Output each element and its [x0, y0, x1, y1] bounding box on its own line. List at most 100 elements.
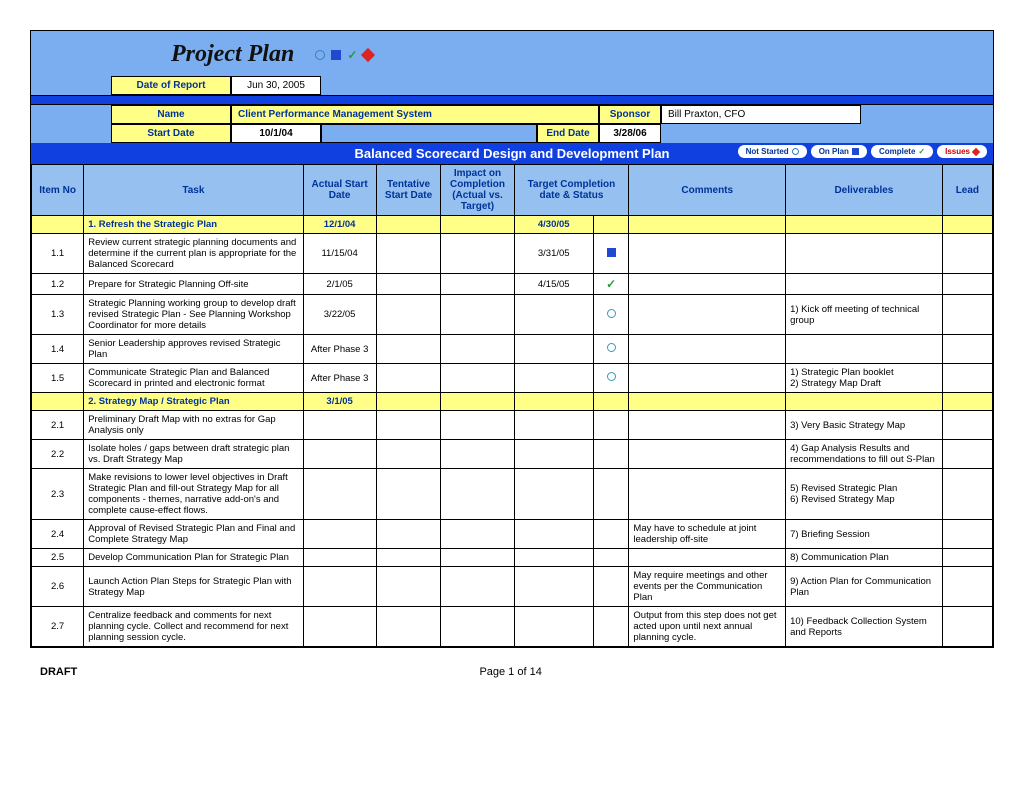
cell-comments[interactable]: May require meetings and other events pe…	[629, 567, 786, 607]
cell-comments[interactable]	[629, 469, 786, 520]
cell-item-no[interactable]: 2.6	[32, 567, 84, 607]
cell-status[interactable]	[593, 234, 629, 274]
cell-target-date[interactable]: 3/31/05	[514, 234, 593, 274]
cell-lead[interactable]	[942, 274, 992, 295]
cell-target-date[interactable]	[514, 411, 593, 440]
sponsor-value[interactable]: Bill Praxton, CFO	[661, 105, 861, 124]
cell-target-date[interactable]: 4/15/05	[514, 274, 593, 295]
cell-tentative-start[interactable]	[376, 607, 441, 647]
cell-impact[interactable]	[441, 411, 514, 440]
cell-item-no[interactable]: 2.5	[32, 549, 84, 567]
cell-status[interactable]	[593, 295, 629, 335]
cell-item-no[interactable]: 1.2	[32, 274, 84, 295]
cell-item-no[interactable]: 1.4	[32, 335, 84, 364]
date-of-report-value[interactable]: Jun 30, 2005	[231, 76, 321, 95]
cell-impact[interactable]	[441, 234, 514, 274]
cell-actual-start[interactable]	[303, 607, 376, 647]
cell-item-no[interactable]: 2.1	[32, 411, 84, 440]
cell-item-no[interactable]: 2.2	[32, 440, 84, 469]
cell-tentative-start[interactable]	[376, 234, 441, 274]
cell-status[interactable]: ✓	[593, 274, 629, 295]
cell-status[interactable]	[593, 549, 629, 567]
cell-lead[interactable]	[942, 364, 992, 393]
cell-comments[interactable]	[629, 440, 786, 469]
cell-deliverables[interactable]: 7) Briefing Session	[786, 520, 943, 549]
cell-deliverables[interactable]: 5) Revised Strategic Plan 6) Revised Str…	[786, 469, 943, 520]
col-lead[interactable]: Lead	[942, 165, 992, 216]
cell-tentative-start[interactable]	[376, 549, 441, 567]
cell-task[interactable]: Make revisions to lower level objectives…	[84, 469, 303, 520]
col-task[interactable]: Task	[84, 165, 303, 216]
col-deliverables[interactable]: Deliverables	[786, 165, 943, 216]
cell-task[interactable]: Develop Communication Plan for Strategic…	[84, 549, 303, 567]
cell-actual-start[interactable]	[303, 469, 376, 520]
cell-impact[interactable]	[441, 469, 514, 520]
project-name-value[interactable]: Client Performance Management System	[231, 105, 599, 124]
col-item-no[interactable]: Item No	[32, 165, 84, 216]
cell-task[interactable]: Review current strategic planning docume…	[84, 234, 303, 274]
cell-impact[interactable]	[441, 440, 514, 469]
cell-actual-start[interactable]	[303, 549, 376, 567]
cell-impact[interactable]	[441, 567, 514, 607]
cell-status[interactable]	[593, 335, 629, 364]
cell-actual-start[interactable]: 2/1/05	[303, 274, 376, 295]
cell-task[interactable]: Launch Action Plan Steps for Strategic P…	[84, 567, 303, 607]
cell-item-no[interactable]: 2.7	[32, 607, 84, 647]
cell-deliverables[interactable]: 8) Communication Plan	[786, 549, 943, 567]
cell-comments[interactable]	[629, 549, 786, 567]
col-tentative-start[interactable]: Tentative Start Date	[376, 165, 441, 216]
cell-status[interactable]	[593, 520, 629, 549]
cell-tentative-start[interactable]	[376, 567, 441, 607]
cell-deliverables[interactable]	[786, 274, 943, 295]
cell-impact[interactable]	[441, 274, 514, 295]
cell-task[interactable]: Centralize feedback and comments for nex…	[84, 607, 303, 647]
cell-comments[interactable]	[629, 274, 786, 295]
cell-lead[interactable]	[942, 469, 992, 520]
cell-impact[interactable]	[441, 520, 514, 549]
cell-lead[interactable]	[942, 234, 992, 274]
cell-item-no[interactable]: 1.1	[32, 234, 84, 274]
cell-item-no[interactable]: 1.5	[32, 364, 84, 393]
cell-comments[interactable]	[629, 411, 786, 440]
cell-impact[interactable]	[441, 549, 514, 567]
cell-tentative-start[interactable]	[376, 440, 441, 469]
cell-deliverables[interactable]	[786, 234, 943, 274]
cell-actual-start[interactable]: 3/22/05	[303, 295, 376, 335]
cell-tentative-start[interactable]	[376, 364, 441, 393]
cell-item-no[interactable]: 2.4	[32, 520, 84, 549]
cell-deliverables[interactable]: 3) Very Basic Strategy Map	[786, 411, 943, 440]
section-actual-start[interactable]: 12/1/04	[303, 216, 376, 234]
section-target[interactable]: 4/30/05	[514, 216, 593, 234]
cell-lead[interactable]	[942, 607, 992, 647]
cell-actual-start[interactable]	[303, 520, 376, 549]
col-target[interactable]: Target Completion date & Status	[514, 165, 629, 216]
cell-lead[interactable]	[942, 411, 992, 440]
cell-deliverables[interactable]: 1) Kick off meeting of technical group	[786, 295, 943, 335]
cell-tentative-start[interactable]	[376, 469, 441, 520]
cell-lead[interactable]	[942, 567, 992, 607]
cell-impact[interactable]	[441, 335, 514, 364]
section-label[interactable]: 2. Strategy Map / Strategic Plan	[84, 393, 303, 411]
cell-item-no[interactable]: 1.3	[32, 295, 84, 335]
cell-task[interactable]: Prepare for Strategic Planning Off-site	[84, 274, 303, 295]
cell-target-date[interactable]	[514, 549, 593, 567]
cell-lead[interactable]	[942, 549, 992, 567]
cell-tentative-start[interactable]	[376, 520, 441, 549]
cell-deliverables[interactable]: 9) Action Plan for Communication Plan	[786, 567, 943, 607]
cell-status[interactable]	[593, 469, 629, 520]
cell-task[interactable]: Preliminary Draft Map with no extras for…	[84, 411, 303, 440]
cell-item-no[interactable]: 2.3	[32, 469, 84, 520]
cell-status[interactable]	[593, 567, 629, 607]
cell-deliverables[interactable]: 10) Feedback Collection System and Repor…	[786, 607, 943, 647]
cell-actual-start[interactable]	[303, 411, 376, 440]
section-actual-start[interactable]: 3/1/05	[303, 393, 376, 411]
cell-actual-start[interactable]: After Phase 3	[303, 335, 376, 364]
start-date-value[interactable]: 10/1/04	[231, 124, 321, 143]
cell-tentative-start[interactable]	[376, 274, 441, 295]
cell-lead[interactable]	[942, 295, 992, 335]
cell-lead[interactable]	[942, 335, 992, 364]
cell-comments[interactable]: Output from this step does not get acted…	[629, 607, 786, 647]
cell-impact[interactable]	[441, 607, 514, 647]
end-date-value[interactable]: 3/28/06	[599, 124, 661, 143]
cell-status[interactable]	[593, 411, 629, 440]
